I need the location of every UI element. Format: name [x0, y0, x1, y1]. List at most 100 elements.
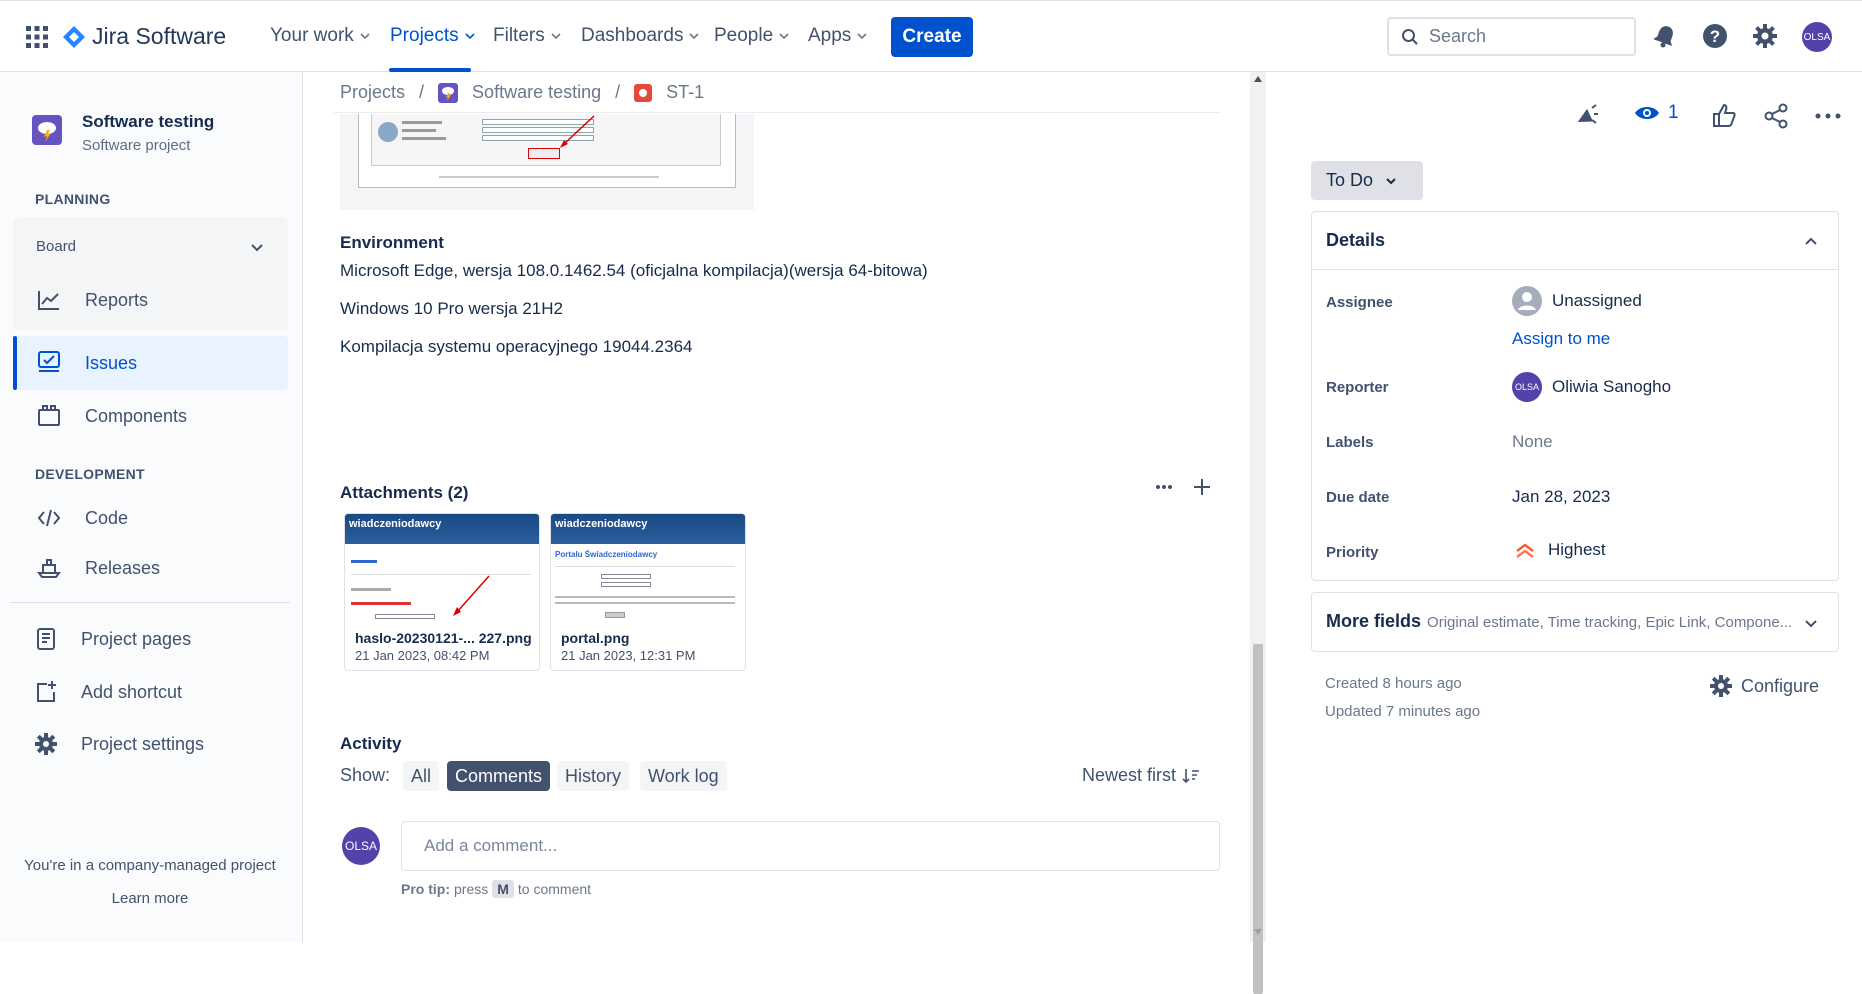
priority-label: Priority	[1326, 544, 1379, 561]
assignee-field[interactable]: Unassigned	[1512, 286, 1642, 316]
scroll-up-icon[interactable]	[1254, 76, 1262, 82]
components-icon	[38, 405, 60, 426]
attachment-preview-header: wiadczeniodawcy	[345, 514, 539, 544]
details-heading: Details	[1326, 230, 1386, 250]
reporter-field[interactable]: OLSA Oliwia Sanogho	[1512, 372, 1671, 402]
sidebar-item-code[interactable]: Code	[13, 492, 288, 544]
due-date-field[interactable]: Jan 28, 2023	[1512, 487, 1610, 507]
chevron-up-icon[interactable]	[1804, 234, 1818, 248]
sidebar-item-issues[interactable]: Issues	[13, 336, 288, 390]
pro-tip: Pro tip: press M to comment	[401, 880, 591, 898]
project-avatar	[32, 115, 62, 145]
app-switcher-icon[interactable]	[26, 26, 48, 48]
share-icon[interactable]	[1762, 102, 1790, 130]
chevron-down-icon	[465, 33, 475, 40]
tab-all[interactable]: All	[403, 761, 440, 791]
lock-icon	[378, 122, 398, 142]
details-header[interactable]: Details	[1312, 212, 1838, 270]
scroll-down-icon[interactable]	[1254, 929, 1262, 935]
breadcrumb-projects[interactable]: Projects	[340, 82, 405, 103]
reporter-value: Oliwia Sanogho	[1552, 377, 1672, 396]
attachment-date: 21 Jan 2023, 12:31 PM	[561, 648, 696, 663]
sidebar-item-project-pages[interactable]: Project pages	[13, 613, 288, 665]
sidebar-item-reports[interactable]: Reports	[13, 274, 288, 326]
add-comment-input[interactable]: Add a comment...	[401, 821, 1220, 871]
preview-line	[555, 596, 735, 598]
user-avatar[interactable]: OLSA	[1802, 22, 1832, 52]
page-icon	[37, 628, 55, 650]
more-options-icon[interactable]	[1154, 477, 1174, 497]
project-sidebar: Software testing Software project PLANNI…	[0, 72, 303, 942]
chevron-down-icon[interactable]	[250, 240, 264, 254]
form-label-line	[402, 129, 436, 132]
tab-work-log[interactable]: Work log	[640, 761, 727, 791]
assign-to-me-link[interactable]: Assign to me	[1512, 329, 1610, 349]
board-selector[interactable]: Board	[36, 238, 76, 255]
more-fields-section[interactable]: More fields Original estimate, Time trac…	[1311, 592, 1839, 652]
due-date-label: Due date	[1326, 489, 1390, 506]
tab-comments[interactable]: Comments	[447, 761, 551, 791]
nav-projects[interactable]: Projects	[390, 25, 476, 47]
inline-image-preview[interactable]	[340, 114, 754, 210]
chevron-down-icon[interactable]	[1804, 616, 1818, 630]
environment-line: Kompilacja systemu operacyjnego 19044.23…	[340, 337, 693, 356]
configure-button[interactable]: Configure	[1709, 674, 1819, 698]
labels-field[interactable]: None	[1512, 432, 1553, 452]
commenter-avatar: OLSA	[342, 827, 380, 865]
main-scrollbar[interactable]	[1250, 72, 1266, 994]
gear-icon	[1710, 675, 1732, 697]
sidebar-item-components[interactable]: Components	[13, 390, 288, 442]
nav-filters[interactable]: Filters	[493, 25, 562, 47]
breadcrumb-issue-key[interactable]: ST-1	[666, 82, 704, 103]
create-button[interactable]: Create	[891, 17, 973, 57]
sidebar-item-project-settings[interactable]: Project settings	[13, 718, 288, 770]
preview-button	[605, 612, 625, 618]
notifications-icon[interactable]	[1652, 23, 1678, 49]
highlighted-button	[528, 148, 560, 159]
add-attachment-icon[interactable]	[1192, 477, 1212, 497]
selected-indicator	[13, 336, 17, 390]
nav-your-work[interactable]: Your work	[270, 25, 371, 47]
footer-line	[439, 176, 659, 178]
sort-newest-first[interactable]: Newest first	[1082, 765, 1200, 786]
nav-apps[interactable]: Apps	[808, 25, 868, 47]
preview-line	[555, 566, 735, 567]
breadcrumb: Projects / Software testing / ST-1	[340, 82, 704, 103]
attachment-card[interactable]: wiadczeniodawcy Portalu Świadczeniodawcy…	[550, 513, 746, 671]
help-icon[interactable]: ?	[1702, 23, 1728, 49]
preview-field	[601, 582, 651, 587]
more-actions-icon[interactable]	[1814, 102, 1842, 130]
status-dropdown[interactable]: To Do	[1311, 161, 1423, 200]
attachment-filename: haslo-20230121-... 227.png	[355, 630, 531, 646]
watch-button[interactable]: 1	[1634, 102, 1679, 124]
search-input[interactable]: Search	[1387, 17, 1636, 56]
watch-count: 1	[1668, 102, 1679, 123]
jira-logo[interactable]: Jira Software	[62, 23, 226, 50]
tab-history[interactable]: History	[557, 761, 630, 791]
attachment-preview-body: Portalu Świadczeniodawcy	[555, 548, 741, 624]
environment-line: Microsoft Edge, wersja 108.0.1462.54 (of…	[340, 261, 928, 280]
nav-dashboards[interactable]: Dashboards	[581, 25, 700, 47]
attachment-card[interactable]: wiadczeniodawcy haslo-20230121-... 227.p…	[344, 513, 540, 671]
attachment-filename: portal.png	[561, 630, 630, 646]
sidebar-item-add-shortcut[interactable]: Add shortcut	[13, 666, 288, 718]
nav-people[interactable]: People	[714, 25, 790, 47]
brand-name: Jira Software	[92, 23, 227, 49]
show-label: Show:	[340, 765, 391, 785]
priority-field[interactable]: Highest	[1512, 540, 1606, 560]
planning-section-label: PLANNING	[35, 191, 111, 207]
settings-gear-icon[interactable]	[1752, 23, 1778, 49]
attachment-date: 21 Jan 2023, 08:42 PM	[355, 648, 490, 663]
updated-timestamp: Updated 7 minutes ago	[1325, 703, 1481, 720]
learn-more-link[interactable]: Learn more	[0, 890, 300, 907]
form-panel	[371, 114, 721, 166]
breadcrumb-project[interactable]: Software testing	[472, 82, 601, 103]
sidebar-item-releases[interactable]: Releases	[13, 542, 288, 594]
preview-field	[601, 574, 651, 579]
development-section-label: DEVELOPMENT	[35, 466, 145, 482]
pro-tip-label: Pro tip:	[401, 881, 450, 897]
feedback-megaphone-icon[interactable]	[1572, 102, 1600, 130]
priority-value: Highest	[1548, 540, 1606, 559]
pro-tip-text: press	[454, 881, 489, 897]
like-thumbs-up-icon[interactable]	[1710, 102, 1738, 130]
